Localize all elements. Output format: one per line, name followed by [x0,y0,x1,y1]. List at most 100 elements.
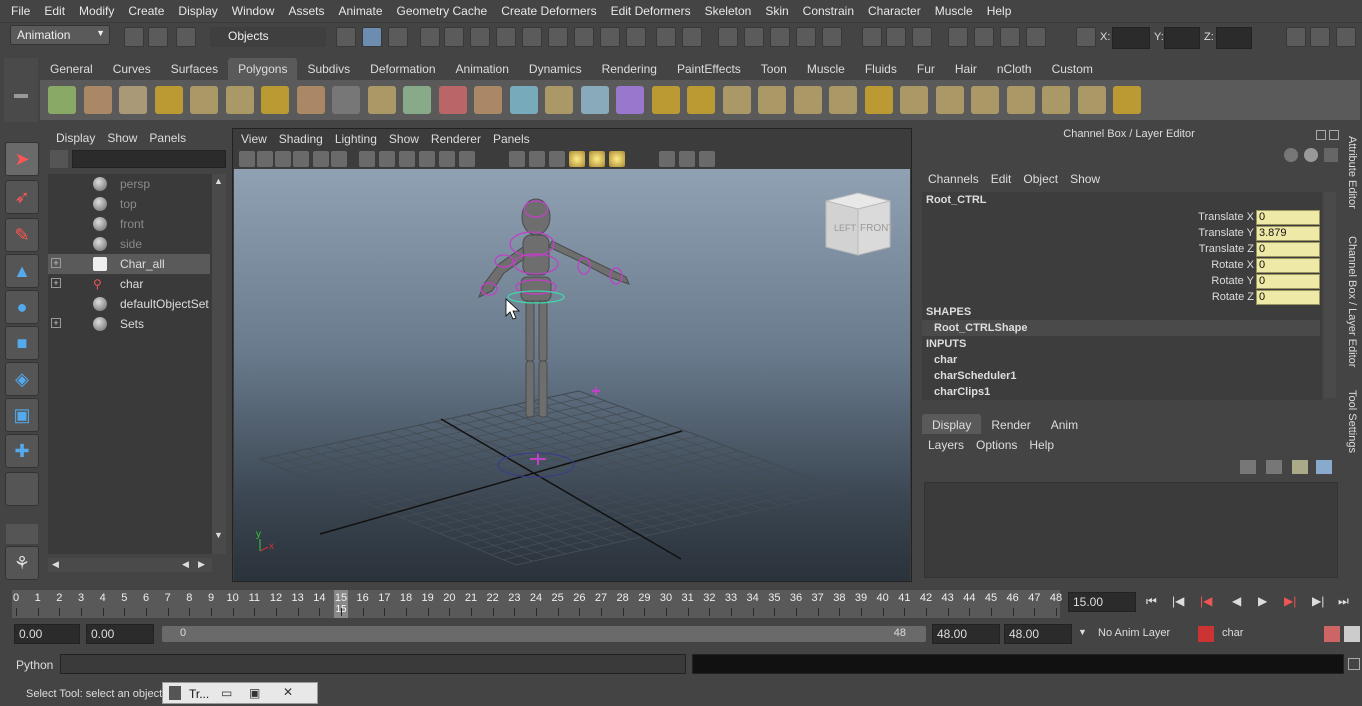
render-current-frame-icon[interactable] [948,27,968,47]
menu-create-deformers[interactable]: Create Deformers [494,4,603,18]
scroll-left-icon[interactable]: ◀ [52,559,59,570]
image-plane-icon[interactable] [293,151,309,167]
channel-row[interactable]: Translate Y 3.879 [922,226,1320,242]
menu-skin[interactable]: Skin [758,4,795,18]
restore-icon[interactable]: ▭ [221,686,232,700]
outliner-horizontal-scrollbar[interactable]: ◀ ◀ ▶ [48,558,212,572]
scroll-up-icon[interactable]: ▲ [214,176,223,186]
highlight-selection-icon[interactable] [682,27,702,47]
expand-icon[interactable]: + [51,258,61,268]
field-chart-icon[interactable] [439,151,455,167]
layer-menu-help[interactable]: Help [1023,436,1060,454]
menuset-dropdown[interactable]: Animation ▼ [10,25,110,45]
channel-box-menu-object[interactable]: Object [1017,170,1064,190]
bridge-icon[interactable] [1042,86,1070,114]
tab-painteffects[interactable]: PaintEffects [667,58,751,80]
tab-fluids[interactable]: Fluids [855,58,907,80]
select-by-hierarchy-icon[interactable] [336,27,356,47]
tab-subdivs[interactable]: Subdivs [297,58,360,80]
menu-animate[interactable]: Animate [331,4,389,18]
select-surfaces-icon[interactable] [522,27,542,47]
tab-display[interactable]: Display [922,414,982,434]
grid-icon[interactable] [359,151,375,167]
last-tool-slot[interactable] [5,472,39,506]
channel-value-field[interactable]: 0 [1256,274,1320,289]
snap-to-curve-icon[interactable] [744,27,764,47]
save-scene-icon[interactable] [176,27,196,47]
input-node-label[interactable]: charClips1 [934,386,990,398]
channel-value-field[interactable]: 0 [1256,290,1320,305]
extract-icon[interactable] [509,86,538,114]
menu-display[interactable]: Display [171,4,224,18]
sphere-icon[interactable] [48,86,76,114]
tab-anim[interactable]: Anim [1041,414,1088,434]
camera-attributes-icon[interactable] [257,151,273,167]
menu-geometry-cache[interactable]: Geometry Cache [390,4,495,18]
layer-menu-options[interactable]: Options [970,436,1023,454]
menu-skeleton[interactable]: Skeleton [698,4,759,18]
channel-name[interactable]: Rotate X [1211,259,1254,271]
channel-value-field[interactable]: 3.879 [1256,226,1320,241]
channel-value-field[interactable]: 0 [1256,258,1320,273]
soft-modification-icon[interactable]: ▣ [5,398,39,432]
outliner-filter-icon[interactable] [50,150,68,168]
menu-file[interactable]: File [4,4,37,18]
platonic-icon[interactable] [403,86,431,114]
grease-pencil-icon[interactable] [331,151,347,167]
viewport-menu-panels[interactable]: Panels [487,129,536,149]
move-tool-icon[interactable]: ▲ [5,254,39,288]
move-layer-up-icon[interactable] [1240,460,1256,474]
speed-icon[interactable] [1304,148,1318,162]
channel-name[interactable]: Translate Z [1199,243,1254,255]
tab-render[interactable]: Render [981,414,1040,434]
hyper-icon[interactable] [1324,148,1338,162]
split-polygon-icon[interactable] [900,86,928,114]
attribute-editor-toggle-icon[interactable] [1286,27,1306,47]
make-hole-icon[interactable] [829,86,857,114]
tab-toon[interactable]: Toon [751,58,797,80]
channel-row[interactable]: Rotate X0 [922,258,1320,274]
menu-assets[interactable]: Assets [281,4,331,18]
outliner-search-input[interactable] [72,150,226,168]
torus-icon[interactable] [225,86,254,114]
select-tool-icon[interactable]: ➤ [5,142,39,176]
select-handles-icon[interactable] [444,27,464,47]
fill-hole-icon[interactable] [793,86,822,114]
goto-start-icon[interactable]: ⏮ [1146,594,1157,609]
end-time-field[interactable]: 48.00 [1004,624,1072,644]
menu-window[interactable]: Window [225,4,282,18]
film-gate-icon[interactable] [379,151,395,167]
rotate-tool-icon[interactable]: ● [5,290,39,324]
wireframe-icon[interactable] [509,151,525,167]
menu-edit-deformers[interactable]: Edit Deformers [604,4,698,18]
smooth-icon[interactable] [616,86,644,114]
command-language-label[interactable]: Python [16,658,53,672]
tab-dynamics[interactable]: Dynamics [519,58,592,80]
tab-animation[interactable]: Animation [446,58,519,80]
range-bar[interactable]: 0 48 [162,626,926,642]
hypershade-icon[interactable] [1026,27,1046,47]
new-layer-icon[interactable] [1292,460,1308,474]
mask-menu-icon[interactable] [420,27,440,47]
play-forwards-icon[interactable]: ▶ [1258,594,1267,608]
step-forward-icon[interactable]: ▶| [1284,594,1296,608]
select-deformers-icon[interactable] [548,27,568,47]
extrude-icon[interactable] [1006,86,1035,114]
open-scene-icon[interactable] [148,27,168,47]
coord-y-field[interactable] [1164,27,1200,49]
shelf-menu-icon[interactable] [14,94,28,98]
select-by-component-icon[interactable] [388,27,408,47]
start-time-field[interactable]: 0.00 [14,624,80,644]
quadrangulate-icon[interactable] [758,86,786,114]
outliner-menu-show[interactable]: Show [101,128,143,148]
command-input[interactable] [60,654,686,674]
ipr-render-icon[interactable] [974,27,994,47]
float-panel-icon[interactable] [1316,130,1326,140]
cleanup-icon[interactable] [687,86,715,114]
channel-name[interactable]: Rotate Z [1212,291,1254,303]
cube-icon[interactable] [83,86,112,114]
safe-action-icon[interactable] [459,151,475,167]
output-connections-icon[interactable] [886,27,906,47]
layout-toggle-icon[interactable]: ⚘ [5,546,39,580]
list-item[interactable]: + Sets [48,314,210,334]
